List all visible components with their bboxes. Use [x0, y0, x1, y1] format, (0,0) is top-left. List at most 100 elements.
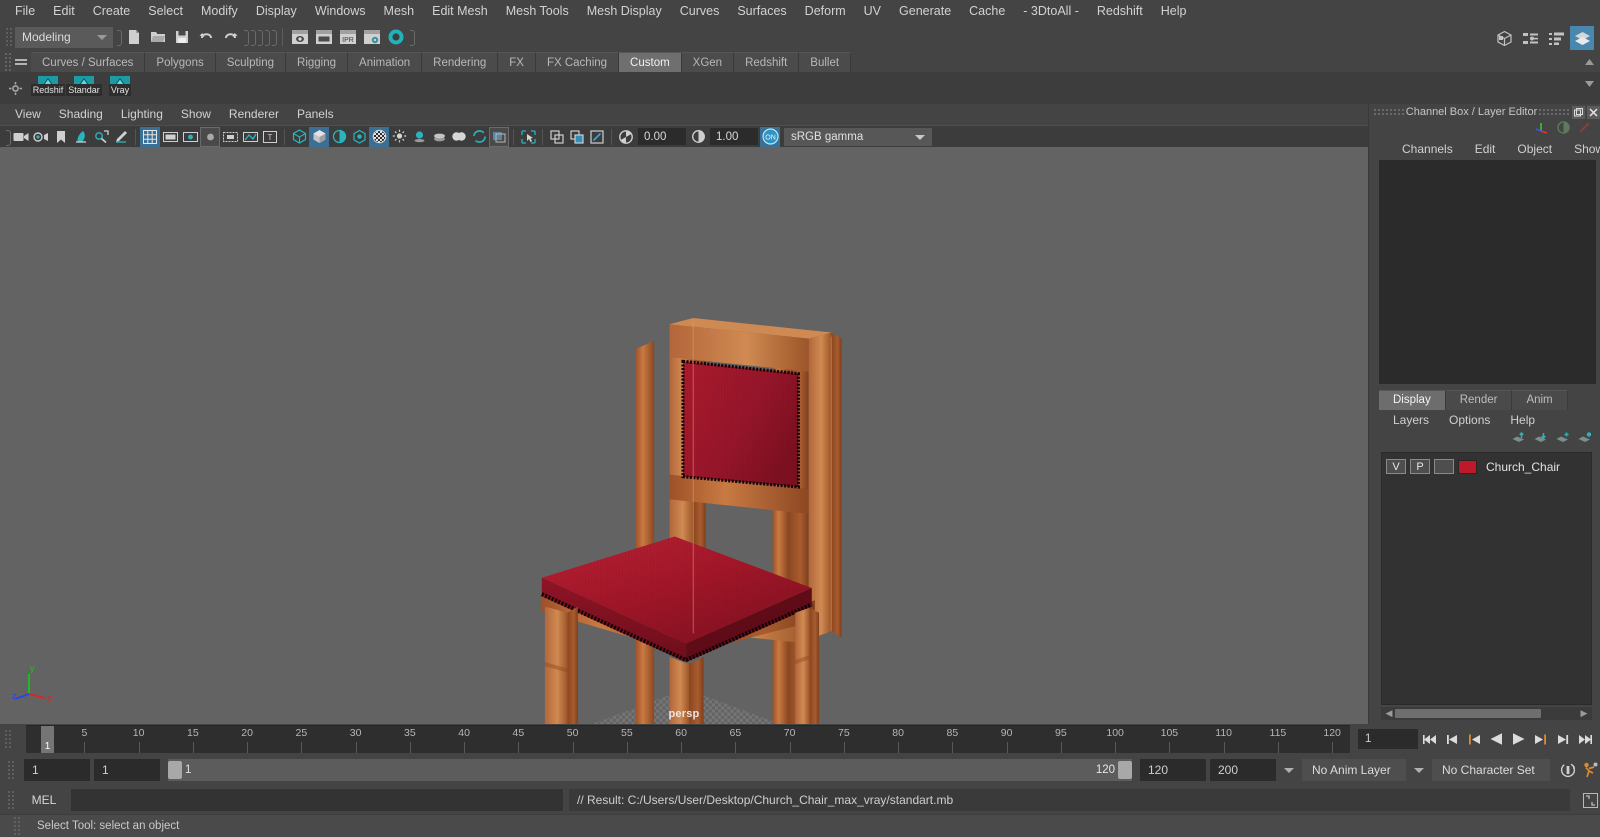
go-to-start-icon[interactable]	[1421, 729, 1440, 749]
command-input[interactable]	[71, 789, 563, 811]
image-plane-icon[interactable]	[71, 127, 91, 147]
channelbox-menu-show[interactable]: Show	[1563, 138, 1600, 160]
slash-icon[interactable]	[1577, 120, 1592, 138]
character-set-selector[interactable]: No Character Set	[1432, 759, 1550, 781]
channelbox-menu-object[interactable]: Object	[1506, 138, 1563, 160]
camera-attributes-icon[interactable]	[31, 127, 51, 147]
layer-type-toggle[interactable]: -	[1434, 459, 1454, 474]
menu-surfaces[interactable]: Surfaces	[728, 0, 795, 23]
viewport-menu-show[interactable]: Show	[172, 104, 220, 125]
menu-deform[interactable]: Deform	[796, 0, 855, 23]
save-scene-icon[interactable]	[170, 25, 194, 49]
xray-icon[interactable]	[489, 126, 509, 147]
shelf-tab-redshift[interactable]: Redshift	[734, 52, 800, 72]
move-layer-up-icon[interactable]	[1511, 431, 1526, 448]
menu-create[interactable]: Create	[84, 0, 140, 23]
menu-display[interactable]: Display	[247, 0, 306, 23]
status-line-grip[interactable]	[4, 26, 12, 48]
layer-list-horizontal-scrollbar[interactable]: ◀ ▶	[1381, 707, 1592, 720]
render-current-frame-icon[interactable]	[288, 25, 312, 49]
attribute-editor-icon[interactable]	[1518, 26, 1542, 50]
render-settings-icon[interactable]	[360, 25, 384, 49]
separator-handle-4[interactable]	[256, 28, 263, 46]
snap-point-icon[interactable]	[587, 127, 607, 147]
viewport-menu-view[interactable]: View	[6, 104, 50, 125]
menu-3dtoall[interactable]: - 3DtoAll -	[1014, 0, 1088, 23]
menu-edit-mesh[interactable]: Edit Mesh	[423, 0, 497, 23]
menu-mesh-tools[interactable]: Mesh Tools	[497, 0, 578, 23]
texture-borders-icon[interactable]: T	[260, 127, 280, 147]
menu-generate[interactable]: Generate	[890, 0, 960, 23]
wireframe-icon[interactable]	[289, 127, 309, 147]
multisample-icon[interactable]	[449, 127, 469, 147]
shelf-tab-curves-surfaces[interactable]: Curves / Surfaces	[31, 52, 146, 72]
layer-menu-help[interactable]: Help	[1500, 410, 1545, 430]
shelf-scroll-arrows[interactable]	[1582, 58, 1596, 88]
menu-mesh-display[interactable]: Mesh Display	[578, 0, 671, 23]
bookmark-icon[interactable]	[51, 127, 71, 147]
display-layer-list[interactable]: VP- Church_Chair	[1381, 452, 1592, 705]
new-layer-from-selected-icon[interactable]	[1577, 432, 1592, 448]
viewport-menu-lighting[interactable]: Lighting	[112, 104, 172, 125]
snap-curve-icon[interactable]	[567, 127, 587, 147]
shade-wireframe-icon[interactable]	[329, 127, 349, 147]
animation-end-time-field[interactable]: 200	[1210, 759, 1276, 781]
3d-viewport[interactable]: persp y x z	[0, 147, 1368, 724]
xray-joints-icon[interactable]	[240, 127, 260, 147]
channelbox-menu-channels[interactable]: Channels	[1391, 138, 1464, 160]
layer-color-swatch[interactable]	[1458, 459, 1477, 474]
grid-icon[interactable]	[140, 126, 160, 147]
layer-tab-display[interactable]: Display	[1379, 390, 1446, 410]
layer-menu-options[interactable]: Options	[1439, 410, 1500, 430]
command-line-grip[interactable]	[6, 789, 14, 811]
shelf-button-vray[interactable]: Vray	[102, 73, 138, 96]
gate-mask-icon[interactable]	[200, 126, 220, 147]
gear-icon[interactable]	[2, 73, 28, 103]
shelf-tab-xgen[interactable]: XGen	[681, 52, 735, 72]
lighting-icon[interactable]	[369, 126, 389, 147]
depth-peel-icon[interactable]	[469, 127, 489, 147]
film-gate-icon[interactable]	[160, 127, 180, 147]
separator-handle-3[interactable]	[249, 28, 256, 46]
smooth-shade-icon[interactable]	[309, 126, 329, 147]
half-circle-icon[interactable]	[1556, 120, 1571, 138]
shelf-tab-custom[interactable]: Custom	[619, 52, 682, 72]
scrollbar-thumb[interactable]	[1395, 709, 1541, 718]
current-frame-field[interactable]: 1	[1358, 729, 1418, 749]
play-forwards-icon[interactable]	[1509, 729, 1528, 749]
undo-icon[interactable]	[194, 25, 218, 49]
isolate-select-icon[interactable]	[518, 127, 538, 147]
gamma-icon[interactable]	[688, 127, 708, 147]
menu-modify[interactable]: Modify	[192, 0, 247, 23]
panel-grip-right[interactable]	[1538, 107, 1570, 117]
channel-box-layer-editor-icon[interactable]	[1570, 26, 1594, 50]
exposure-icon[interactable]	[616, 127, 636, 147]
ipr-render-icon[interactable]: IPR	[336, 25, 360, 49]
axis-icon[interactable]	[1535, 120, 1550, 138]
viewport-menu-renderer[interactable]: Renderer	[220, 104, 288, 125]
shelf-tab-sculpting[interactable]: Sculpting	[215, 52, 287, 72]
shelf-tab-rigging[interactable]: Rigging	[286, 52, 349, 72]
menu-windows[interactable]: Windows	[306, 0, 375, 23]
shelf-tab-animation[interactable]: Animation	[348, 52, 423, 72]
separator-handle-6[interactable]	[270, 28, 277, 46]
time-slider-playhead[interactable]: 1	[41, 726, 54, 753]
command-language-label[interactable]: MEL	[23, 793, 65, 807]
shelf-button-standard[interactable]: Standar	[66, 73, 102, 96]
camera-icon[interactable]	[11, 127, 31, 147]
time-slider[interactable]: 1 5 10 15 20 25 30 35 40 45 50 55 60 65 70 75 80 85 90 95 1…	[26, 725, 1350, 753]
character-set-dropdown-arrow[interactable]	[1410, 759, 1428, 781]
shelf-tab-polygons[interactable]: Polygons	[145, 52, 216, 72]
shelf-tab-fx[interactable]: FX	[498, 52, 536, 72]
new-scene-icon[interactable]	[122, 25, 146, 49]
2d-pan-zoom-icon[interactable]	[91, 127, 111, 147]
range-bar[interactable]: 1 120	[168, 759, 1132, 781]
menu-help[interactable]: Help	[1152, 0, 1196, 23]
viewport-menu-panels[interactable]: Panels	[288, 104, 343, 125]
ao-icon[interactable]	[409, 127, 429, 147]
hardware-texture-icon[interactable]	[349, 127, 369, 147]
menu-set-selector[interactable]: Modeling	[15, 26, 113, 48]
shelf-button-redshift[interactable]: Redshif	[30, 73, 66, 96]
separator-handle-5[interactable]	[263, 28, 270, 46]
anim-layer-dropdown-arrow[interactable]	[1280, 759, 1298, 781]
